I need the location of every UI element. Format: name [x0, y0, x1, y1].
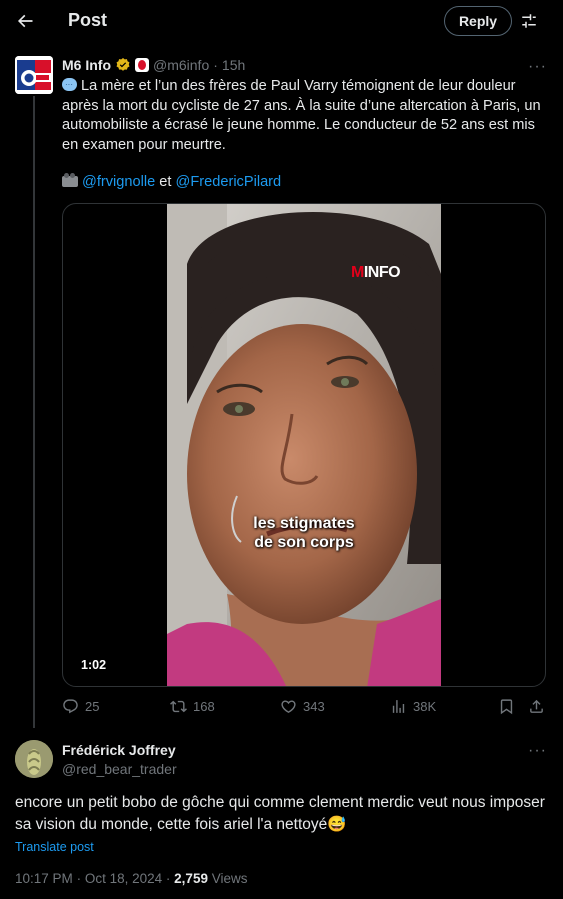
avatar[interactable] — [15, 56, 53, 94]
view-count: 38K — [413, 699, 437, 714]
bookmark-action[interactable] — [498, 698, 515, 715]
avatar-image — [15, 740, 53, 778]
author-name[interactable]: M6 Info — [62, 57, 111, 73]
share-action[interactable] — [528, 698, 545, 715]
heart-icon — [281, 700, 296, 713]
timestamp[interactable]: 15h — [222, 57, 245, 73]
avatar[interactable] — [15, 740, 53, 778]
back-button[interactable] — [14, 10, 36, 32]
top-bar: Post Reply — [0, 0, 563, 42]
post-date[interactable]: Oct 18, 2024 — [85, 871, 162, 886]
bookmark-icon — [500, 699, 513, 715]
video-duration: 1:02 — [75, 656, 113, 674]
video-subtitle: les stigmates de son corps — [167, 514, 441, 552]
separator-dot: · — [165, 871, 171, 886]
author-handle[interactable]: @m6info — [153, 57, 209, 73]
more-options-icon[interactable]: ··· — [528, 58, 547, 76]
thread-connector — [33, 96, 35, 728]
arrow-left-icon — [17, 14, 33, 28]
channel-watermark: MINFO — [351, 264, 401, 282]
settings-button[interactable] — [518, 10, 540, 32]
reply-button[interactable]: Reply — [444, 6, 512, 36]
video-camera-emoji — [62, 173, 78, 187]
reply-body: encore un petit bobo de gôche qui comme … — [15, 794, 545, 833]
subtitle-line: les stigmates — [253, 515, 355, 532]
tweet-text: ··· La mère et l’un des frères de Paul Va… — [62, 77, 550, 193]
more-options-icon[interactable]: ··· — [528, 742, 547, 760]
reply-author-name[interactable]: Frédérick Joffrey — [62, 742, 176, 758]
separator-dot: · — [213, 57, 218, 73]
post-meta: 10:17 PM · Oct 18, 2024 · 2,759 Views — [15, 871, 248, 886]
separator-dot: · — [76, 871, 82, 886]
mention-link[interactable]: @frvignolle — [82, 174, 155, 190]
video-player[interactable]: MINFO les stigmates de son corps 1:02 — [62, 203, 546, 687]
chat-bubble-icon — [63, 699, 78, 714]
repost-count: 168 — [193, 699, 215, 714]
repost-icon — [170, 700, 187, 713]
tweet-actions: 25 168 343 38K — [62, 698, 550, 720]
subtitle-line: de son corps — [254, 534, 354, 551]
bar-chart-icon — [392, 700, 405, 713]
post-time[interactable]: 10:17 PM — [15, 871, 73, 886]
affiliate-badge[interactable] — [135, 58, 149, 72]
translate-link[interactable]: Translate post — [15, 840, 94, 854]
like-count: 343 — [303, 699, 325, 714]
brand-m: M — [351, 264, 364, 281]
reply-action[interactable]: 25 — [62, 698, 99, 715]
reply-author-handle[interactable]: @red_bear_trader — [62, 761, 177, 777]
views-label: Views — [211, 871, 248, 886]
sliders-icon — [522, 14, 536, 28]
verified-badge-icon — [116, 58, 130, 71]
brand-info: INFO — [363, 264, 401, 281]
reply-text: encore un petit bobo de gôche qui comme … — [15, 792, 550, 836]
views-count: 2,759 — [174, 871, 208, 886]
tweet-body: La mère et l’un des frères de Paul Varry… — [62, 78, 541, 153]
reply-count: 25 — [85, 699, 100, 714]
mention-connector: et — [159, 174, 172, 190]
share-icon — [530, 699, 543, 713]
mention-link[interactable]: @FredericPilard — [176, 174, 282, 190]
m6-info-logo-icon — [15, 56, 53, 94]
page-title: Post — [68, 10, 108, 30]
repost-action[interactable]: 168 — [170, 698, 215, 715]
like-action[interactable]: 343 — [280, 698, 325, 715]
tweet-author-row: M6 Info @m6info · 15h — [62, 57, 245, 73]
speech-bubble-emoji: ··· — [62, 78, 77, 91]
sweat-smile-emoji: 😅 — [327, 816, 347, 833]
video-thumbnail: MINFO les stigmates de son corps — [167, 204, 441, 686]
views-action[interactable]: 38K — [390, 698, 436, 715]
